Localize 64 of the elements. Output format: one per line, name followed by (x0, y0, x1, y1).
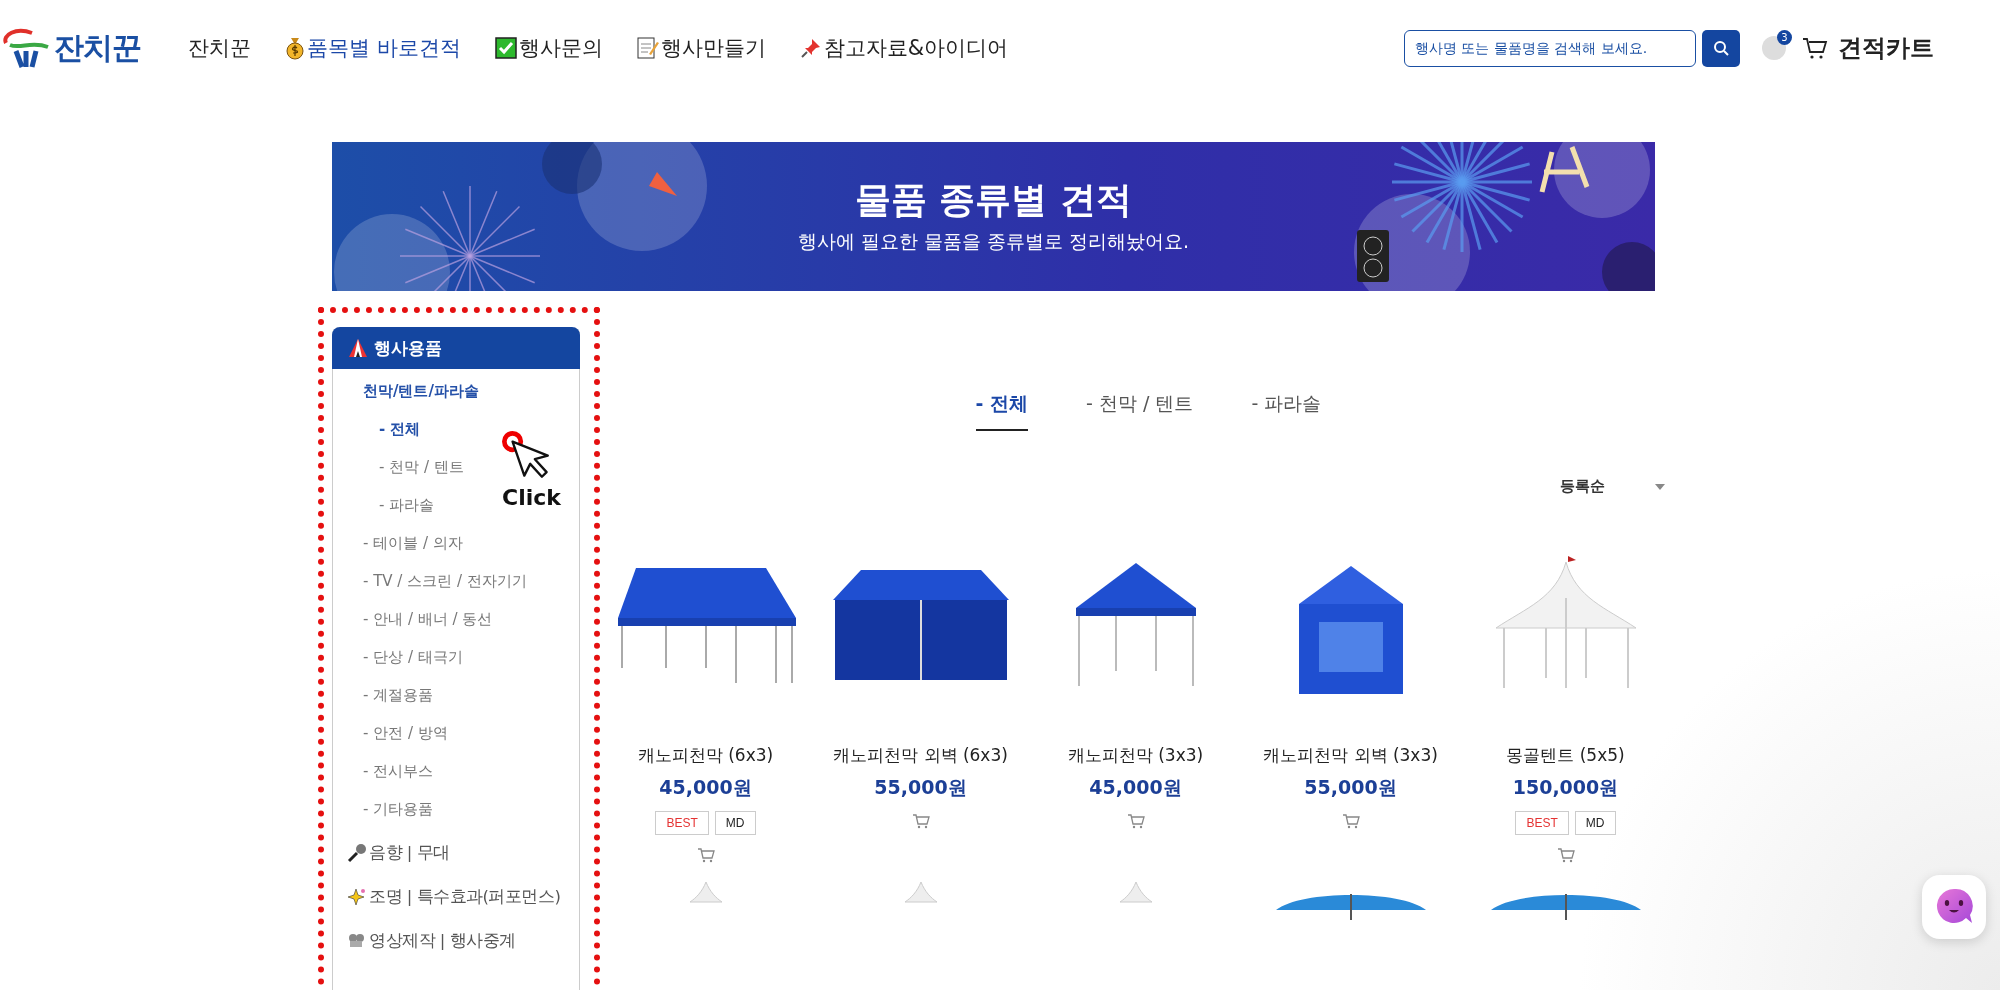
microphone-icon (347, 843, 367, 863)
product-name[interactable]: 몽골텐트 (5x5) (1506, 744, 1625, 767)
category-header[interactable]: 행사용품 (332, 327, 580, 369)
sidebar-item[interactable]: - 계절용품 (363, 679, 434, 717)
sidebar-item[interactable]: - 전체 (363, 413, 421, 451)
banner-subtitle: 행사에 필요한 물품을 종류별로 정리해놨어요. (796, 229, 1191, 254)
sparkle-icon (347, 887, 367, 907)
sidebar-item[interactable]: - 안전 / 방역 (363, 717, 448, 755)
category-link[interactable]: 영상제작 | 행사중계 (333, 919, 579, 963)
category-link[interactable]: 조명 | 특수효과(퍼포먼스) (333, 875, 579, 919)
filter-tab[interactable]: - 전체 (975, 385, 1029, 431)
nav-link[interactable]: 품목별 바로견적 (285, 34, 461, 62)
cart-icon (1556, 847, 1575, 863)
sidebar-item[interactable]: 천막/텐트/파라솔 (363, 375, 479, 413)
category-link[interactable]: 음향 | 무대 (333, 831, 579, 875)
cart-icon (1341, 813, 1360, 829)
cart-link[interactable]: 견적카트 (1802, 32, 1934, 64)
nav-link[interactable]: 잔치꾼 (188, 34, 251, 62)
chat-button[interactable] (1922, 875, 1986, 939)
banner-title: 물품 종류별 견적 (853, 178, 1134, 222)
search-field[interactable]: 행사명 또는 물품명을 검색해 보세요. (1404, 29, 1696, 67)
product-name[interactable]: 캐노피천막 외벽 (3x3) (1263, 744, 1438, 767)
sidebar-item[interactable]: - 기타용품 (363, 793, 434, 831)
product-tag: MD (1574, 811, 1616, 835)
checkbox-icon (494, 37, 517, 59)
product-tag: MD (714, 811, 756, 835)
product-price: 45,000원 (659, 775, 752, 800)
cart-icon (696, 847, 715, 863)
sidebar-item[interactable]: - 천막 / 텐트 (363, 451, 464, 489)
nav-link[interactable]: 행사만들기 (636, 34, 766, 62)
cart-icon (911, 813, 930, 829)
sidebar-item[interactable]: - 단상 / 태극기 (363, 641, 463, 679)
sort-dropdown[interactable]: 등록순 (1560, 477, 1665, 496)
circus-tent-icon (348, 338, 368, 358)
product-price: 150,000원 (1512, 775, 1619, 800)
product-name[interactable]: 캐노피천막 (6x3) (637, 744, 774, 767)
sidebar-item[interactable]: - 안내 / 배너 / 동선 (363, 603, 493, 641)
search-button[interactable] (1702, 29, 1740, 67)
nav-link[interactable]: 행사문의 (494, 34, 603, 62)
product-name[interactable]: 캐노피천막 (3x3) (1067, 744, 1204, 767)
search-icon (1713, 40, 1729, 56)
logo-text[interactable]: 잔치꾼 (54, 27, 141, 69)
product-price: 55,000원 (874, 775, 967, 800)
sidebar-item[interactable]: - TV / 스크린 / 전자기기 (363, 565, 527, 603)
pushpin-icon (799, 37, 822, 59)
cart-icon (1802, 36, 1828, 60)
sidebar-item[interactable]: - 테이블 / 의자 (363, 527, 463, 565)
product-tag: BEST (1515, 811, 1569, 835)
sidebar-item[interactable]: - 파라솔 (363, 489, 435, 527)
money-bag-icon (285, 36, 305, 60)
filter-tab[interactable]: - 파라솔 (1251, 385, 1322, 431)
sidebar-item[interactable]: - 전시부스 (363, 755, 434, 793)
logo-swoosh-icon (2, 27, 52, 69)
caret-icon (1655, 483, 1665, 490)
click-label: Click (502, 485, 561, 510)
memo-icon (636, 36, 659, 60)
product-name[interactable]: 캐노피천막 외벽 (6x3) (833, 744, 1008, 767)
product-price: 45,000원 (1089, 775, 1182, 800)
cart-icon (1126, 813, 1145, 829)
nav-link[interactable]: 참고자료&아이디어 (799, 34, 1009, 62)
product-price: 55,000원 (1304, 775, 1397, 800)
product-tag: BEST (655, 811, 709, 835)
filter-tab[interactable]: - 천막 / 텐트 (1086, 385, 1194, 431)
cart-count-badge: 3 (1777, 30, 1792, 45)
